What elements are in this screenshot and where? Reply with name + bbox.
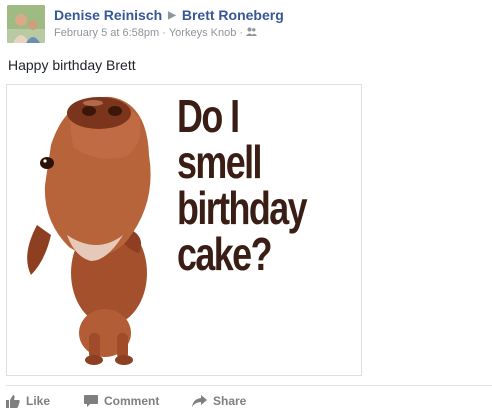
- caption-line: birthday: [177, 182, 308, 234]
- comment-label: Comment: [104, 394, 160, 408]
- thumbs-up-icon: [6, 394, 20, 408]
- author-avatar[interactable]: [7, 5, 45, 43]
- photo-caption-text: Do I smell birthday cake?: [177, 93, 321, 277]
- share-arrow-icon: [192, 394, 207, 407]
- like-label: Like: [26, 394, 51, 408]
- friends-icon[interactable]: [246, 27, 257, 39]
- post-meta: February 5 at 6:58pm · Yorkeys Knob ·: [54, 27, 257, 39]
- meta-separator: ·: [239, 27, 243, 39]
- comment-button[interactable]: Comment: [84, 392, 192, 410]
- share-button[interactable]: Share: [192, 392, 272, 410]
- post-header-names: Denise Reinisch ▶ Brett Roneberg: [54, 6, 284, 24]
- action-divider: [6, 385, 492, 386]
- caption-line: Do I smell: [177, 90, 263, 188]
- share-label: Share: [213, 394, 247, 408]
- meta-separator: ·: [162, 27, 166, 39]
- recipient-name-link[interactable]: Brett Roneberg: [182, 7, 284, 23]
- author-name-link[interactable]: Denise Reinisch: [54, 7, 162, 23]
- post-location-link[interactable]: Yorkeys Knob: [169, 27, 236, 39]
- post-actions: Like Comment Share: [6, 392, 272, 410]
- post-timestamp-link[interactable]: February 5 at 6:58pm: [54, 27, 159, 39]
- feed-post: Denise Reinisch ▶ Brett Roneberg Februar…: [0, 0, 492, 411]
- caption-line: cake?: [177, 228, 273, 280]
- like-button[interactable]: Like: [6, 392, 84, 410]
- comment-icon: [84, 394, 98, 407]
- right-arrow-icon: ▶: [168, 9, 176, 21]
- post-message: Happy birthday Brett: [8, 57, 136, 73]
- post-photo[interactable]: Do I smell birthday cake?: [6, 84, 362, 376]
